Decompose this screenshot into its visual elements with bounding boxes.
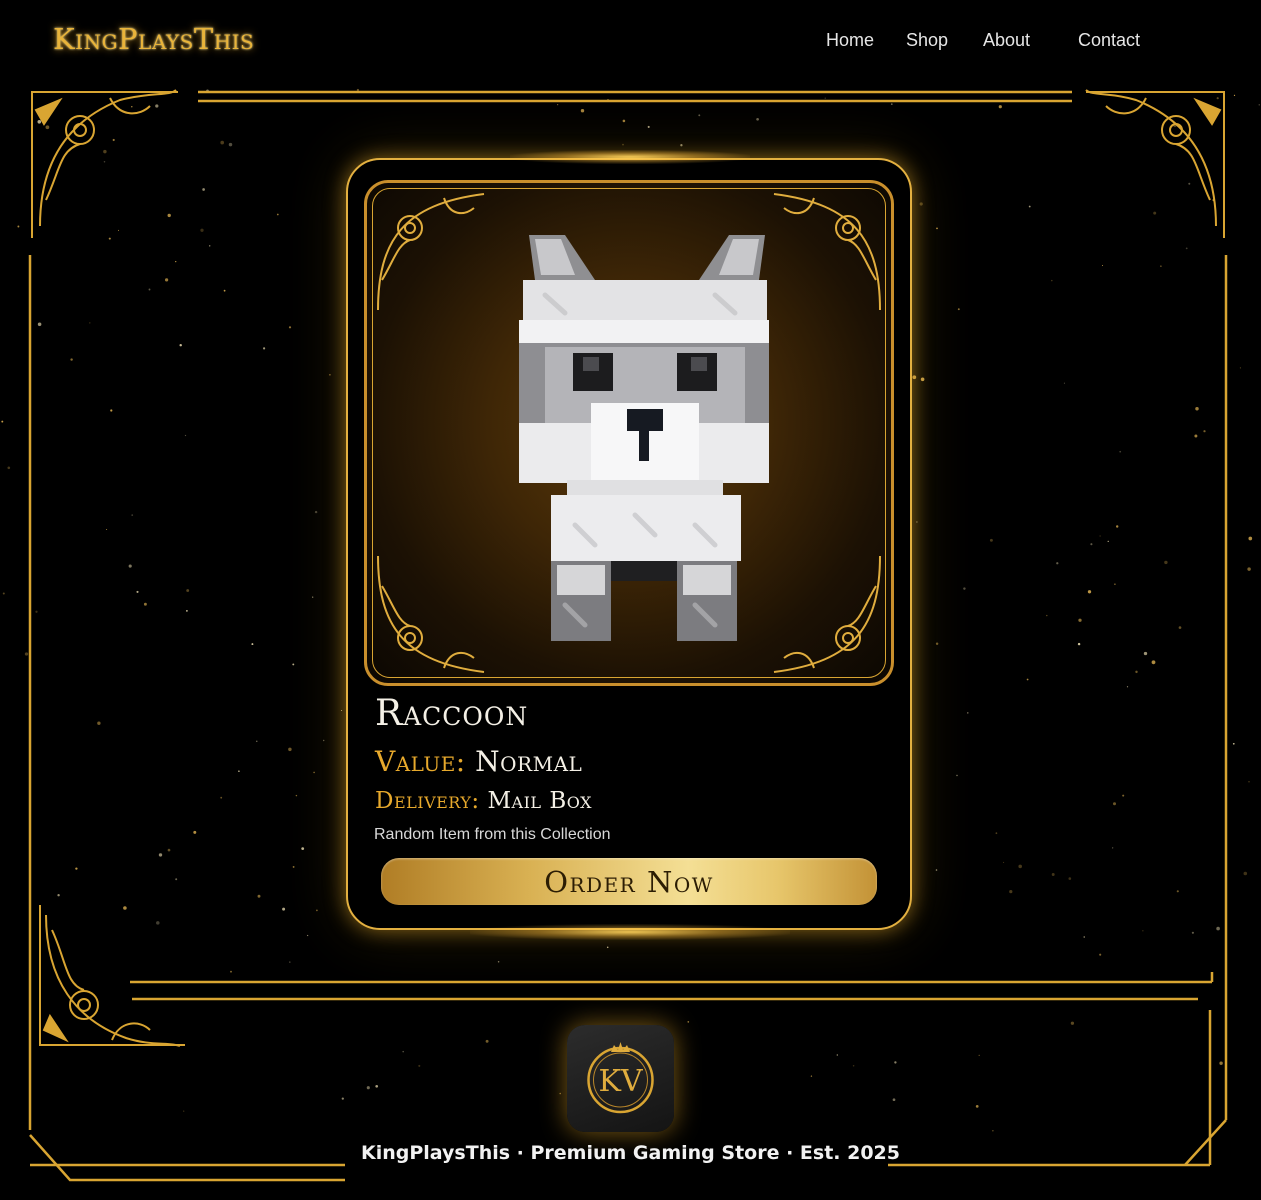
logo-monogram: KV: [598, 1064, 643, 1099]
product-value-row: Value: Normal: [375, 745, 582, 778]
delivery-text: Mail Box: [487, 788, 592, 814]
product-delivery-row: Delivery: Mail Box: [375, 788, 592, 814]
corner-ornament-bottom-left: [39, 905, 185, 1047]
order-now-button[interactable]: Order Now: [381, 858, 877, 905]
value-text: Normal: [475, 745, 583, 778]
crown-icon: [611, 1042, 630, 1052]
corner-ornament-top-right: [1085, 89, 1225, 238]
value-label: Value:: [375, 745, 466, 778]
raccoon-product-image: [519, 235, 769, 641]
card-bottom-glow: [470, 924, 790, 940]
delivery-label: Delivery:: [375, 788, 480, 814]
card-top-glow: [510, 150, 750, 164]
kv-logo-emblem: KV: [587, 1042, 654, 1114]
footer-tagline: KingPlaysThis · Premium Gaming Store · E…: [361, 1142, 900, 1164]
product-note: Random Item from this Collection: [374, 826, 611, 843]
product-title: Raccoon: [375, 693, 529, 734]
corner-ornament-top-left: [31, 89, 178, 238]
footer-logo[interactable]: KV: [567, 1025, 674, 1132]
